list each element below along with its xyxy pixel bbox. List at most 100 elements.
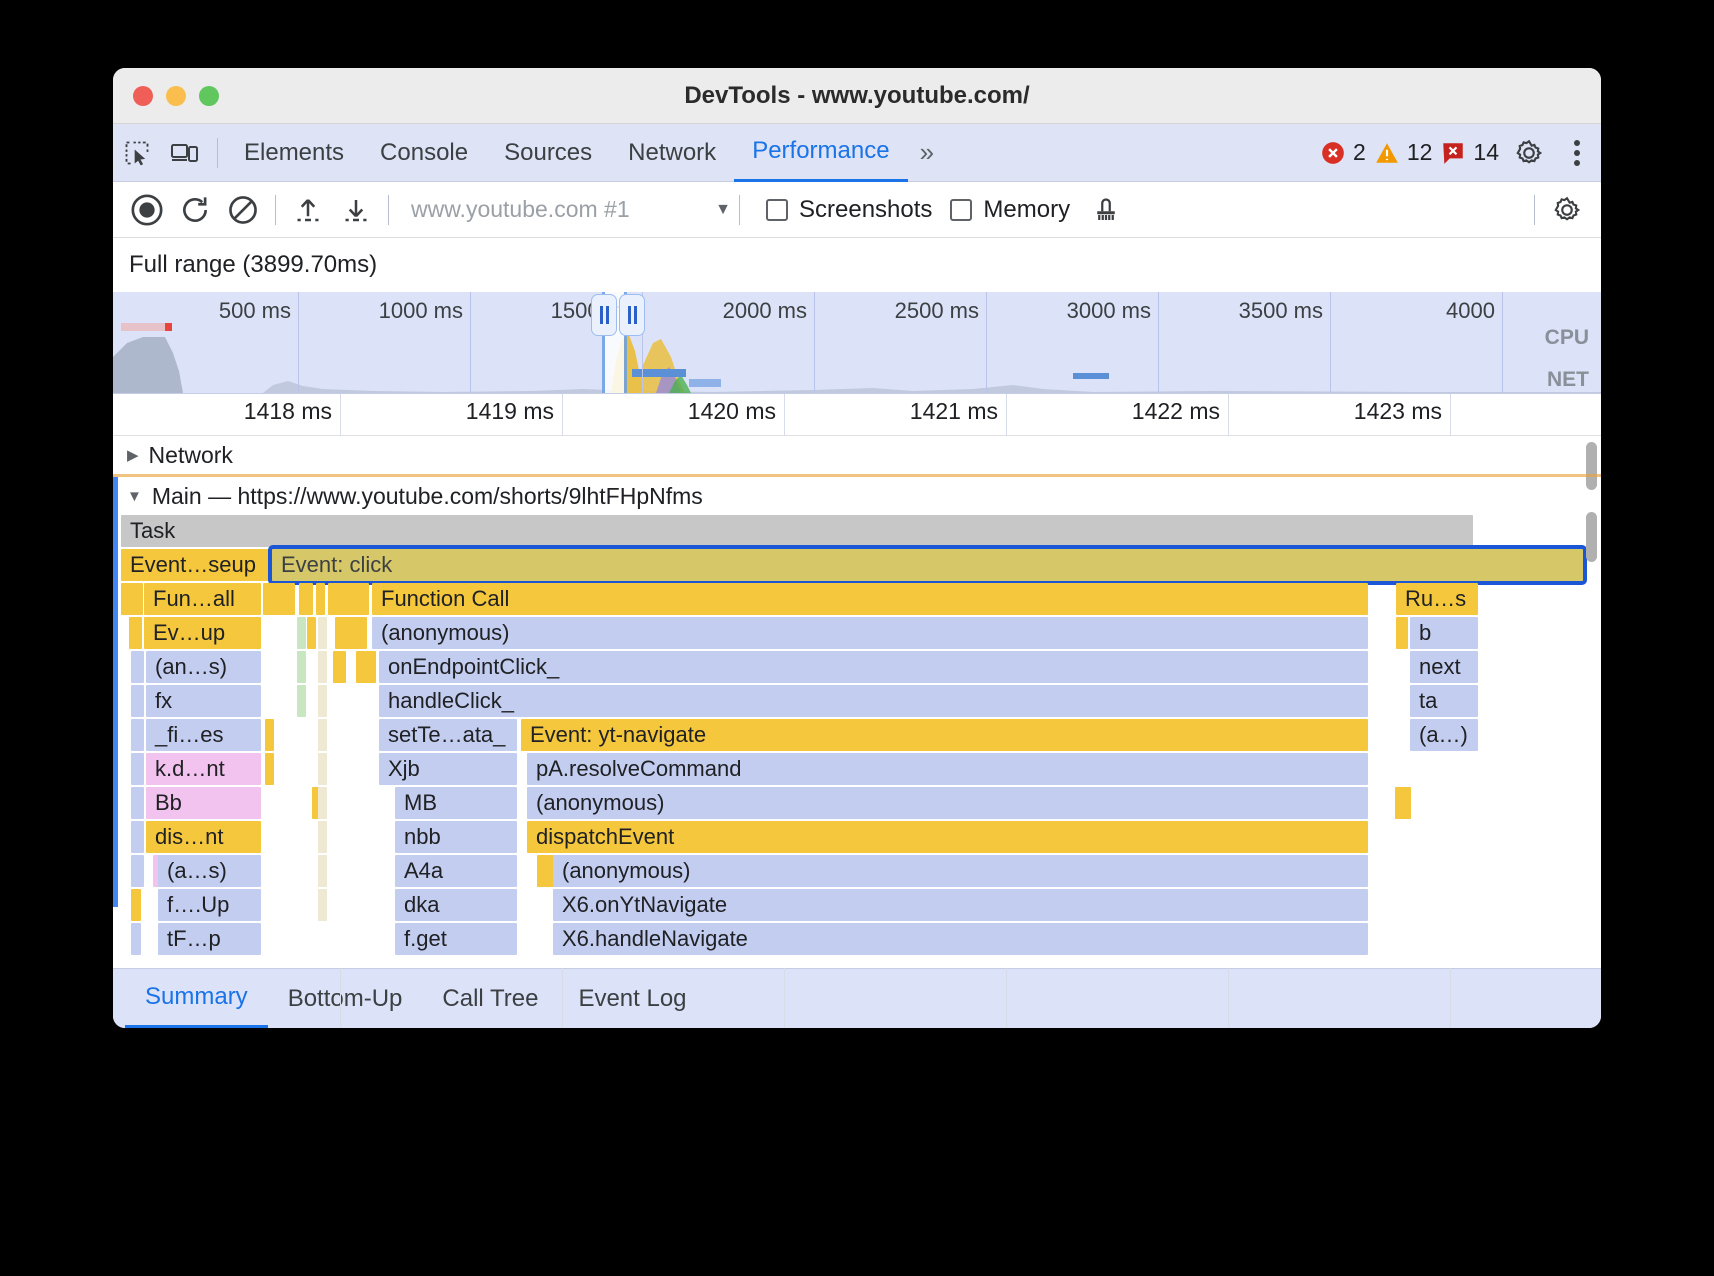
- flame-event[interactable]: (anonymous): [372, 617, 1368, 649]
- flame-event-sliver[interactable]: [318, 651, 327, 683]
- flame-event-sliver[interactable]: [335, 617, 367, 649]
- flame-event[interactable]: dispatchEvent: [527, 821, 1368, 853]
- flame-event-sliver[interactable]: [265, 753, 274, 785]
- selection-handle-right[interactable]: [619, 294, 645, 336]
- flame-event[interactable]: Event: click: [272, 549, 1583, 581]
- flame-event[interactable]: _fi…es: [146, 719, 261, 751]
- more-vertical-icon[interactable]: [1553, 129, 1601, 177]
- flame-event-sliver[interactable]: [318, 617, 327, 649]
- flame-event[interactable]: (a…): [1410, 719, 1478, 751]
- flame-event-sliver[interactable]: [131, 889, 141, 921]
- screenshots-checkbox[interactable]: Screenshots: [766, 196, 932, 224]
- flame-event-sliver[interactable]: [131, 923, 141, 955]
- minimize-window-button[interactable]: [166, 86, 186, 106]
- flame-event-sliver[interactable]: [131, 855, 144, 887]
- flame-event[interactable]: ta: [1410, 685, 1478, 717]
- flame-event[interactable]: f.get: [395, 923, 517, 955]
- flame-event[interactable]: b: [1410, 617, 1478, 649]
- capture-settings-gear-icon[interactable]: [1543, 186, 1591, 234]
- flame-event[interactable]: (a…s): [158, 855, 261, 887]
- flame-event[interactable]: f….Up: [158, 889, 261, 921]
- flame-event-sliver[interactable]: [297, 617, 306, 649]
- flame-event[interactable]: Event…seup: [121, 549, 270, 581]
- flame-event[interactable]: Function Call: [372, 583, 1368, 615]
- error-badge[interactable]: 2: [1320, 139, 1366, 166]
- flame-event-sliver[interactable]: [131, 753, 144, 785]
- flame-event[interactable]: Event: yt-navigate: [521, 719, 1368, 751]
- flame-event[interactable]: Fun…all: [144, 583, 261, 615]
- flame-event-sliver[interactable]: [131, 685, 144, 717]
- flame-event[interactable]: next: [1410, 651, 1478, 683]
- flame-event[interactable]: onEndpointClick_: [379, 651, 1368, 683]
- close-window-button[interactable]: [133, 86, 153, 106]
- tab-sources[interactable]: Sources: [486, 124, 610, 182]
- tab-network[interactable]: Network: [610, 124, 734, 182]
- flame-event-sliver[interactable]: [318, 821, 327, 853]
- flame-event-sliver[interactable]: [333, 651, 346, 683]
- flame-event[interactable]: A4a: [395, 855, 517, 887]
- flame-event-sliver[interactable]: [263, 583, 295, 615]
- warning-badge[interactable]: 12: [1374, 139, 1433, 166]
- flame-event-sliver[interactable]: [318, 685, 327, 717]
- flame-event-sliver[interactable]: [318, 787, 327, 819]
- flame-event-sliver[interactable]: [1402, 787, 1411, 819]
- flame-event[interactable]: pA.resolveCommand: [527, 753, 1368, 785]
- inspect-element-icon[interactable]: [113, 129, 161, 177]
- flame-event[interactable]: tF…p: [158, 923, 261, 955]
- flame-event[interactable]: dis…nt: [146, 821, 261, 853]
- clear-icon[interactable]: [219, 186, 267, 234]
- flame-event-sliver[interactable]: [131, 719, 144, 751]
- timeline-overview[interactable]: 500 ms 1000 ms 1500 ms 2000 ms 2500 ms 3…: [113, 292, 1601, 394]
- flame-event-sliver[interactable]: [131, 821, 144, 853]
- flame-event-sliver[interactable]: [328, 583, 369, 615]
- flame-event[interactable]: (anonymous): [527, 787, 1368, 819]
- reload-record-icon[interactable]: [171, 186, 219, 234]
- flame-event[interactable]: Ev…up: [144, 617, 261, 649]
- memory-checkbox[interactable]: Memory: [950, 196, 1070, 224]
- main-track-header[interactable]: ▼ Main — https://www.youtube.com/shorts/…: [113, 477, 1601, 515]
- flame-event-sliver[interactable]: [316, 583, 325, 615]
- tab-console[interactable]: Console: [362, 124, 486, 182]
- flame-event[interactable]: Bb: [146, 787, 261, 819]
- flame-event-sliver[interactable]: [297, 685, 306, 717]
- flame-event[interactable]: Task: [121, 515, 1473, 547]
- flame-event-sliver[interactable]: [131, 651, 144, 683]
- tab-performance[interactable]: Performance: [734, 124, 907, 182]
- flame-event[interactable]: k.d…nt: [146, 753, 261, 785]
- flame-event[interactable]: X6.handleNavigate: [553, 923, 1368, 955]
- import-profile-icon[interactable]: [284, 186, 332, 234]
- flame-chart-rows[interactable]: TaskEvent…seupEvent: click Fun…all Functio…: [113, 515, 1601, 957]
- flame-event-sliver[interactable]: [318, 753, 327, 785]
- collect-garbage-icon[interactable]: [1082, 186, 1130, 234]
- flame-event-sliver[interactable]: [356, 651, 376, 683]
- flame-event-sliver[interactable]: [297, 651, 306, 683]
- flame-event[interactable]: handleClick_: [379, 685, 1368, 717]
- flame-event-sliver[interactable]: [318, 855, 327, 887]
- network-track-header[interactable]: ▶ Network: [113, 436, 1601, 474]
- flame-event[interactable]: X6.onYtNavigate: [553, 889, 1368, 921]
- flame-event-sliver[interactable]: [307, 617, 316, 649]
- flame-event[interactable]: nbb: [395, 821, 517, 853]
- flame-event[interactable]: dka: [395, 889, 517, 921]
- flame-event-sliver[interactable]: [318, 719, 327, 751]
- flame-event-sliver[interactable]: [129, 617, 142, 649]
- flame-event-sliver[interactable]: [318, 889, 327, 921]
- tab-elements[interactable]: Elements: [226, 124, 362, 182]
- flame-event[interactable]: MB: [395, 787, 517, 819]
- flame-event[interactable]: Xjb: [379, 753, 517, 785]
- issue-badge[interactable]: 14: [1440, 139, 1499, 166]
- selection-handle-left[interactable]: [591, 294, 617, 336]
- profile-select[interactable]: www.youtube.com #1 ▼: [411, 196, 731, 223]
- maximize-window-button[interactable]: [199, 86, 219, 106]
- flame-event-sliver[interactable]: [131, 787, 144, 819]
- gear-icon[interactable]: [1505, 129, 1553, 177]
- flame-event-sliver[interactable]: [265, 719, 274, 751]
- flame-event[interactable]: (anonymous): [553, 855, 1368, 887]
- device-toolbar-icon[interactable]: [161, 129, 209, 177]
- export-profile-icon[interactable]: [332, 186, 380, 234]
- flame-event-sliver[interactable]: [299, 583, 313, 615]
- flame-event-sliver[interactable]: [1396, 617, 1408, 649]
- more-tabs-icon[interactable]: »: [908, 137, 943, 168]
- flame-event[interactable]: setTe…ata_: [379, 719, 517, 751]
- flame-event[interactable]: (an…s): [146, 651, 261, 683]
